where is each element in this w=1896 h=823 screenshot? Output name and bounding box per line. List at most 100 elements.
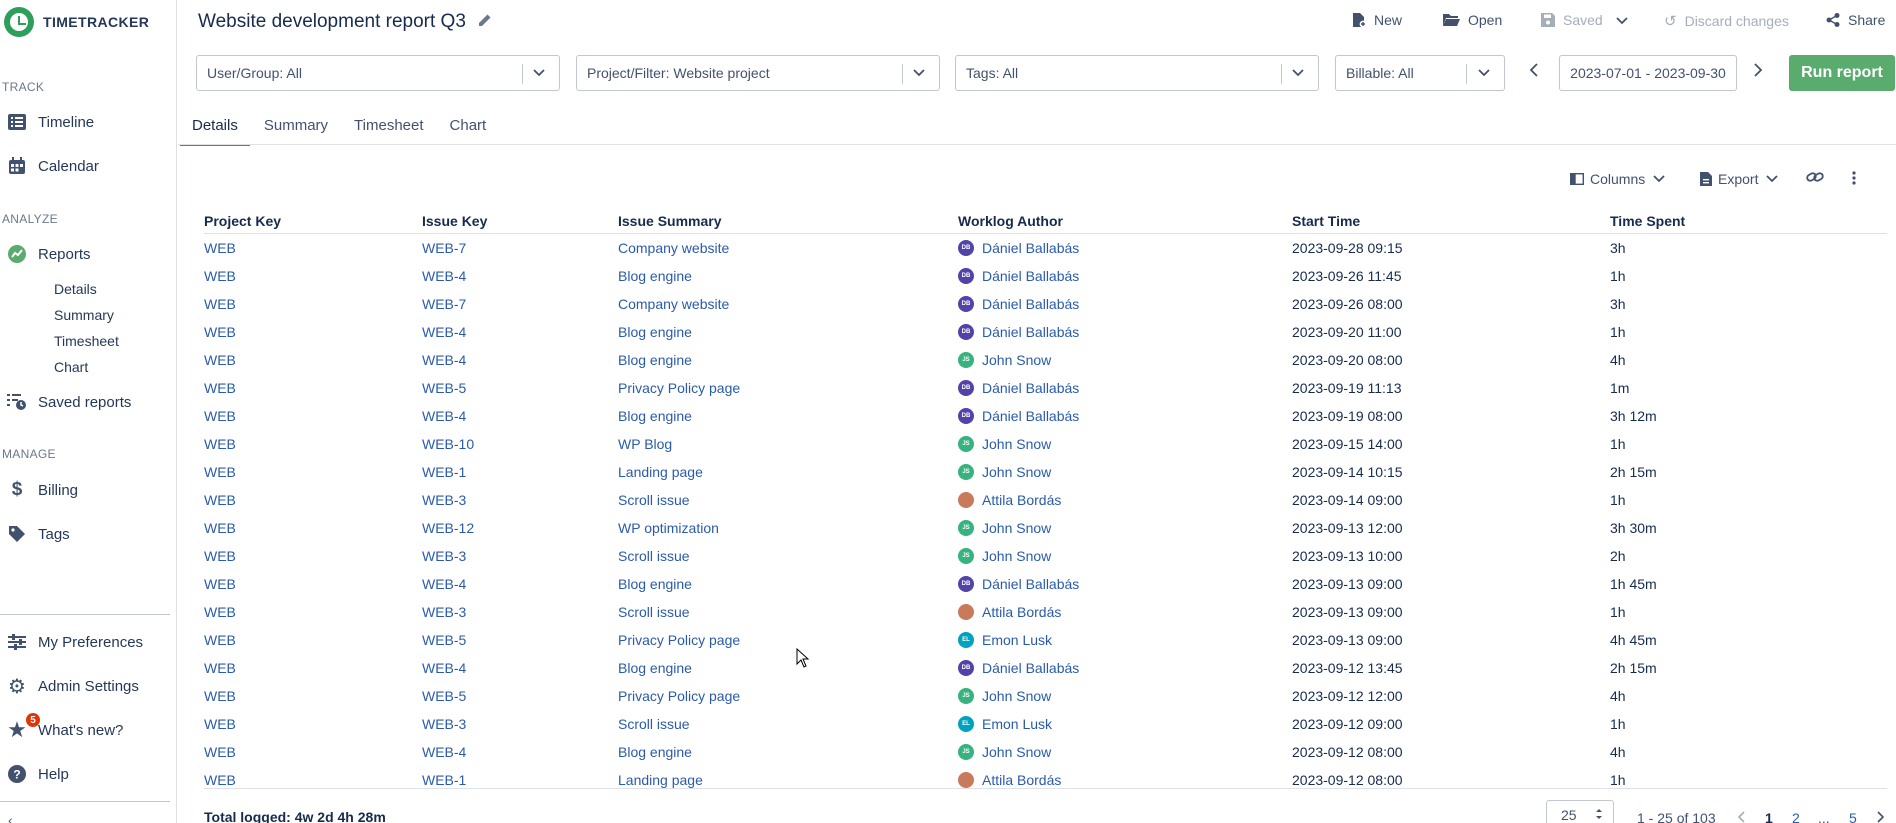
- next-period-button[interactable]: [1753, 62, 1763, 83]
- tags-filter[interactable]: Tags: All: [955, 55, 1319, 91]
- cell-worklog-author[interactable]: DB Dániel Ballabás: [958, 324, 1292, 340]
- previous-page-button[interactable]: [1737, 810, 1746, 823]
- cell-worklog-author[interactable]: DB Dániel Ballabás: [958, 408, 1292, 424]
- sidebar-item-billing[interactable]: $ Billing: [0, 475, 176, 505]
- cell-worklog-author[interactable]: DB Dániel Ballabás: [958, 660, 1292, 676]
- cell-issue-summary[interactable]: Blog engine: [618, 660, 958, 676]
- share-button[interactable]: Share: [1826, 12, 1885, 28]
- cell-issue-key[interactable]: WEB-4: [422, 268, 618, 284]
- column-header-start-time[interactable]: Start Time: [1292, 213, 1610, 229]
- cell-project-key[interactable]: WEB: [204, 296, 422, 312]
- cell-worklog-author[interactable]: DB Dániel Ballabás: [958, 380, 1292, 396]
- cell-worklog-author[interactable]: Attila Bordás: [958, 772, 1292, 788]
- tab-summary[interactable]: Summary: [252, 117, 340, 145]
- cell-issue-summary[interactable]: WP optimization: [618, 520, 958, 536]
- edit-title-icon[interactable]: [478, 11, 492, 33]
- cell-issue-key[interactable]: WEB-3: [422, 492, 618, 508]
- cell-issue-key[interactable]: WEB-12: [422, 520, 618, 536]
- cell-project-key[interactable]: WEB: [204, 436, 422, 452]
- cell-issue-key[interactable]: WEB-3: [422, 548, 618, 564]
- cell-issue-key[interactable]: WEB-7: [422, 296, 618, 312]
- sidebar-item-saved-reports[interactable]: Saved reports: [0, 387, 176, 417]
- sidebar-subitem-timesheet[interactable]: Timesheet: [54, 333, 119, 349]
- sidebar-item-my-preferences[interactable]: My Preferences: [0, 627, 176, 657]
- cell-issue-summary[interactable]: Scroll issue: [618, 604, 958, 620]
- cell-project-key[interactable]: WEB: [204, 548, 422, 564]
- cell-issue-key[interactable]: WEB-1: [422, 464, 618, 480]
- cell-project-key[interactable]: WEB: [204, 632, 422, 648]
- cell-issue-key[interactable]: WEB-4: [422, 744, 618, 760]
- cell-worklog-author[interactable]: EL Emon Lusk: [958, 632, 1292, 648]
- cell-issue-summary[interactable]: Scroll issue: [618, 492, 958, 508]
- cell-worklog-author[interactable]: JS John Snow: [958, 352, 1292, 368]
- cell-worklog-author[interactable]: JS John Snow: [958, 744, 1292, 760]
- cell-issue-key[interactable]: WEB-3: [422, 716, 618, 732]
- cell-worklog-author[interactable]: DB Dániel Ballabás: [958, 576, 1292, 592]
- column-header-time-spent[interactable]: Time Spent: [1610, 213, 1887, 229]
- cell-issue-summary[interactable]: Landing page: [618, 464, 958, 480]
- cell-issue-key[interactable]: WEB-4: [422, 324, 618, 340]
- date-range-picker[interactable]: 2023-07-01 - 2023-09-30: [1559, 55, 1737, 91]
- cell-worklog-author[interactable]: JS John Snow: [958, 548, 1292, 564]
- cell-issue-key[interactable]: WEB-10: [422, 436, 618, 452]
- cell-issue-summary[interactable]: Blog engine: [618, 352, 958, 368]
- cell-project-key[interactable]: WEB: [204, 604, 422, 620]
- cell-worklog-author[interactable]: EL Emon Lusk: [958, 716, 1292, 732]
- cell-project-key[interactable]: WEB: [204, 240, 422, 256]
- cell-issue-key[interactable]: WEB-4: [422, 408, 618, 424]
- cell-issue-summary[interactable]: Scroll issue: [618, 716, 958, 732]
- cell-issue-summary[interactable]: Company website: [618, 296, 958, 312]
- column-header-issue-summary[interactable]: Issue Summary: [618, 213, 958, 229]
- page-5[interactable]: 5: [1849, 810, 1857, 823]
- saved-button[interactable]: Saved: [1541, 12, 1603, 28]
- cell-worklog-author[interactable]: DB Dániel Ballabás: [958, 296, 1292, 312]
- collapse-sidebar-icon[interactable]: ‹: [8, 812, 13, 823]
- user-group-filter[interactable]: User/Group: All: [196, 55, 560, 91]
- sidebar-item-tags[interactable]: Tags: [0, 519, 176, 549]
- cell-issue-key[interactable]: WEB-5: [422, 632, 618, 648]
- tab-chart[interactable]: Chart: [438, 117, 499, 145]
- billable-filter[interactable]: Billable: All: [1335, 55, 1505, 91]
- run-report-button[interactable]: Run report: [1789, 55, 1895, 91]
- cell-issue-key[interactable]: WEB-4: [422, 576, 618, 592]
- export-button[interactable]: Export: [1700, 171, 1779, 187]
- sidebar-subitem-chart[interactable]: Chart: [54, 359, 88, 375]
- cell-worklog-author[interactable]: DB Dániel Ballabás: [958, 268, 1292, 284]
- sidebar-item-calendar[interactable]: Calendar: [0, 151, 176, 181]
- cell-project-key[interactable]: WEB: [204, 268, 422, 284]
- column-header-project-key[interactable]: Project Key: [204, 213, 422, 229]
- brand[interactable]: TIMETRACKER: [0, 0, 176, 44]
- page-1[interactable]: 1: [1765, 810, 1773, 823]
- cell-project-key[interactable]: WEB: [204, 716, 422, 732]
- columns-button[interactable]: Columns: [1570, 171, 1665, 187]
- cell-issue-summary[interactable]: Scroll issue: [618, 548, 958, 564]
- next-page-button[interactable]: [1876, 810, 1885, 823]
- page-size-select[interactable]: 25: [1546, 800, 1614, 823]
- cell-project-key[interactable]: WEB: [204, 660, 422, 676]
- cell-worklog-author[interactable]: DB Dániel Ballabás: [958, 240, 1292, 256]
- cell-project-key[interactable]: WEB: [204, 744, 422, 760]
- cell-issue-key[interactable]: WEB-4: [422, 660, 618, 676]
- discard-changes-button[interactable]: ↺ Discard changes: [1664, 12, 1789, 30]
- cell-project-key[interactable]: WEB: [204, 380, 422, 396]
- cell-worklog-author[interactable]: JS John Snow: [958, 436, 1292, 452]
- cell-issue-summary[interactable]: Blog engine: [618, 744, 958, 760]
- cell-issue-key[interactable]: WEB-4: [422, 352, 618, 368]
- sidebar-item-help[interactable]: ? Help: [0, 759, 176, 789]
- project-filter[interactable]: Project/Filter: Website project: [576, 55, 940, 91]
- tab-timesheet[interactable]: Timesheet: [342, 117, 435, 145]
- sidebar-item-admin-settings[interactable]: ⚙ Admin Settings: [0, 671, 176, 701]
- sidebar-item-whats-new[interactable]: ★ 5 What's new?: [0, 713, 176, 745]
- cell-project-key[interactable]: WEB: [204, 688, 422, 704]
- cell-project-key[interactable]: WEB: [204, 464, 422, 480]
- cell-issue-summary[interactable]: Company website: [618, 240, 958, 256]
- cell-issue-summary[interactable]: Privacy Policy page: [618, 632, 958, 648]
- sidebar-item-reports[interactable]: Reports: [0, 239, 176, 269]
- cell-issue-key[interactable]: WEB-5: [422, 688, 618, 704]
- save-options-dropdown[interactable]: [1616, 12, 1628, 28]
- sidebar-item-timeline[interactable]: Timeline: [0, 107, 176, 137]
- new-report-button[interactable]: New: [1352, 12, 1402, 28]
- cell-issue-summary[interactable]: Landing page: [618, 772, 958, 788]
- cell-project-key[interactable]: WEB: [204, 324, 422, 340]
- sidebar-subitem-summary[interactable]: Summary: [54, 307, 114, 323]
